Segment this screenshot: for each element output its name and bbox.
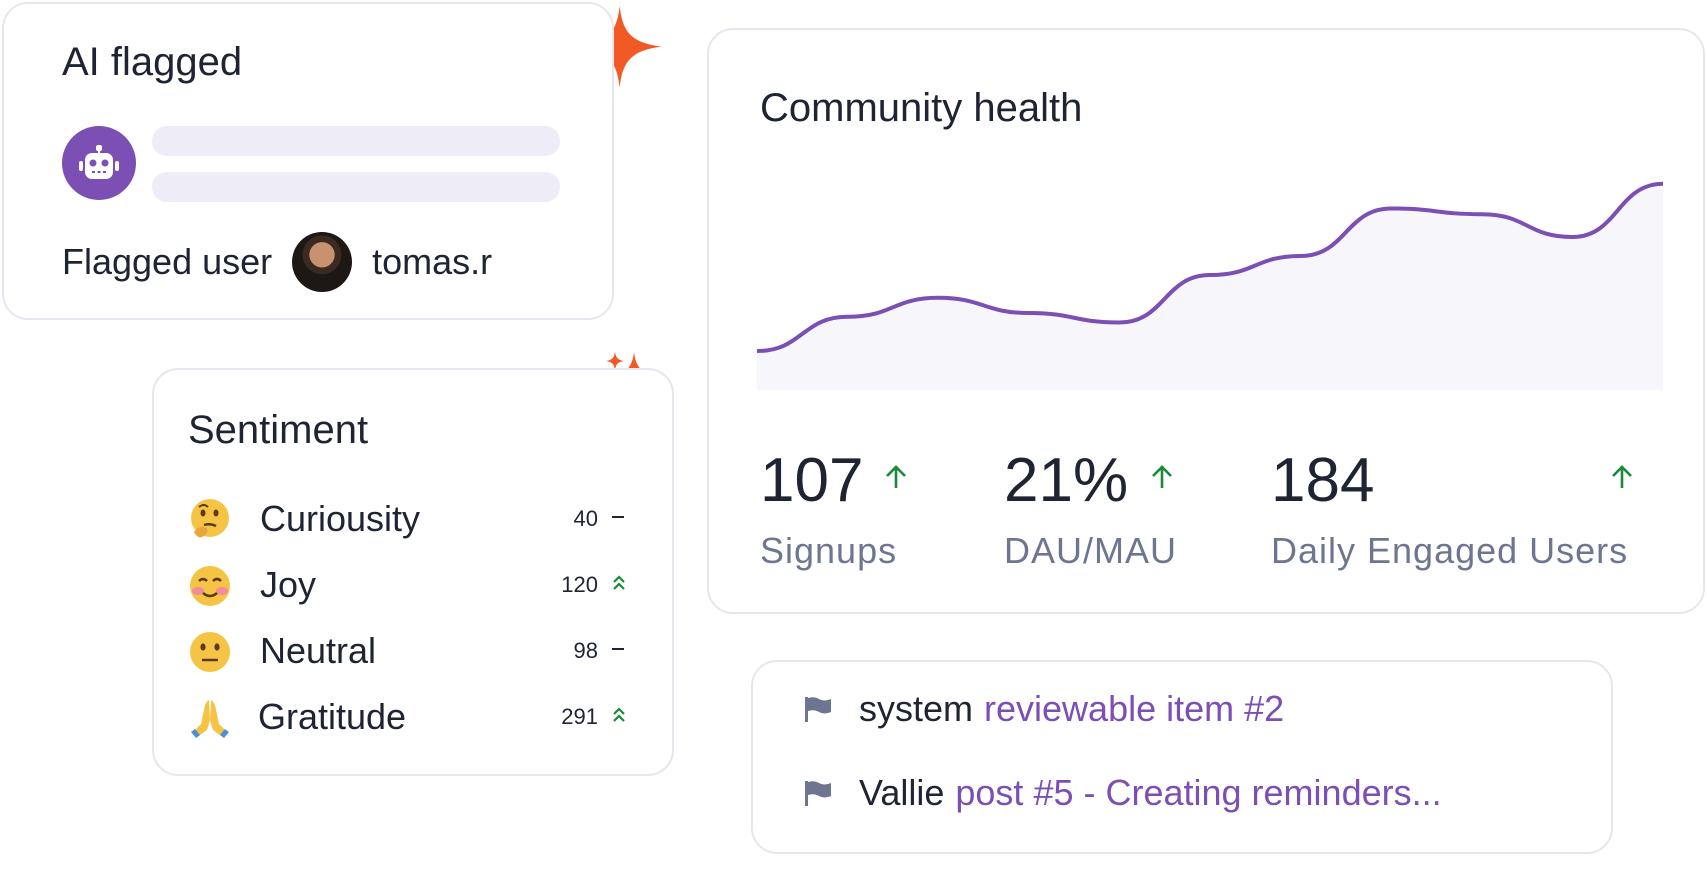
sentiment-row: Curiousity 40 bbox=[188, 494, 638, 544]
flag-icon bbox=[805, 697, 831, 722]
chart-area bbox=[757, 183, 1663, 390]
review-link[interactable]: reviewable item #2 bbox=[984, 688, 1284, 730]
sentiment-label: Gratitude bbox=[258, 696, 407, 737]
folded-hands-icon bbox=[191, 700, 229, 738]
flagged-user-label: Flagged user bbox=[62, 241, 273, 282]
review-user: system bbox=[859, 688, 974, 729]
sentiment-card: Sentiment Curiousity 40 Joy 120 Neutral … bbox=[152, 368, 674, 776]
thinking-face-icon bbox=[191, 499, 229, 538]
flag-icon bbox=[805, 781, 831, 806]
dash-icon bbox=[612, 516, 624, 518]
review-link[interactable]: post #5 - Creating reminders... bbox=[955, 772, 1441, 814]
skeleton-line bbox=[152, 172, 560, 202]
stat-label: Signups bbox=[760, 530, 898, 571]
stat-signups: 107 Signups bbox=[760, 450, 897, 572]
arrow-up-icon bbox=[1612, 465, 1632, 488]
robot-icon bbox=[79, 145, 119, 179]
sentiment-label: Joy bbox=[260, 564, 317, 605]
review-user: Vallie bbox=[859, 772, 945, 813]
user-avatar[interactable] bbox=[292, 232, 353, 292]
sentiment-row: Neutral 98 bbox=[188, 626, 638, 676]
ai-flagged-title: AI flagged bbox=[62, 40, 243, 84]
health-line-chart bbox=[757, 181, 1663, 390]
bot-avatar bbox=[62, 126, 136, 200]
community-health-title: Community health bbox=[760, 86, 1083, 130]
double-chevron-up-icon bbox=[613, 575, 625, 590]
skeleton-line bbox=[152, 126, 560, 156]
stat-value: 107 bbox=[760, 446, 864, 515]
sentiment-count: 120 bbox=[561, 572, 598, 597]
sentiment-title: Sentiment bbox=[188, 408, 369, 452]
flagged-username[interactable]: tomas.r bbox=[372, 241, 492, 283]
sentiment-label: Neutral bbox=[260, 630, 377, 671]
review-item: system reviewable item #2 bbox=[803, 688, 1284, 730]
sentiment-label: Curiousity bbox=[260, 498, 421, 539]
ai-flagged-card: AI flagged Flagged user tomas.r bbox=[2, 2, 614, 320]
sentiment-row: Gratitude 291 bbox=[188, 692, 638, 742]
stat-label: Daily Engaged Users bbox=[1271, 530, 1629, 571]
sentiment-count: 98 bbox=[573, 638, 598, 663]
flagged-user-row: Flagged user tomas.r bbox=[62, 232, 492, 292]
dash-icon bbox=[612, 648, 624, 650]
smiling-face-icon bbox=[190, 566, 230, 606]
stat-daily-engaged: 184 Daily Engaged Users bbox=[1271, 450, 1628, 572]
neutral-face-icon bbox=[190, 632, 230, 672]
community-health-card: Community health 107 Signups 21% DAU/MAU… bbox=[707, 28, 1705, 614]
sentiment-count: 291 bbox=[561, 704, 598, 729]
sentiment-count: 40 bbox=[573, 506, 598, 531]
arrow-up-icon bbox=[886, 465, 906, 488]
arrow-up-icon bbox=[1152, 465, 1172, 488]
stat-label: DAU/MAU bbox=[1004, 530, 1178, 571]
review-queue-card: system reviewable item #2 Vallie post #5… bbox=[751, 660, 1613, 854]
double-chevron-up-icon bbox=[613, 707, 625, 722]
review-item: Vallie post #5 - Creating reminders... bbox=[803, 772, 1442, 814]
sentiment-row: Joy 120 bbox=[188, 560, 638, 610]
stat-value: 184 bbox=[1271, 446, 1375, 515]
